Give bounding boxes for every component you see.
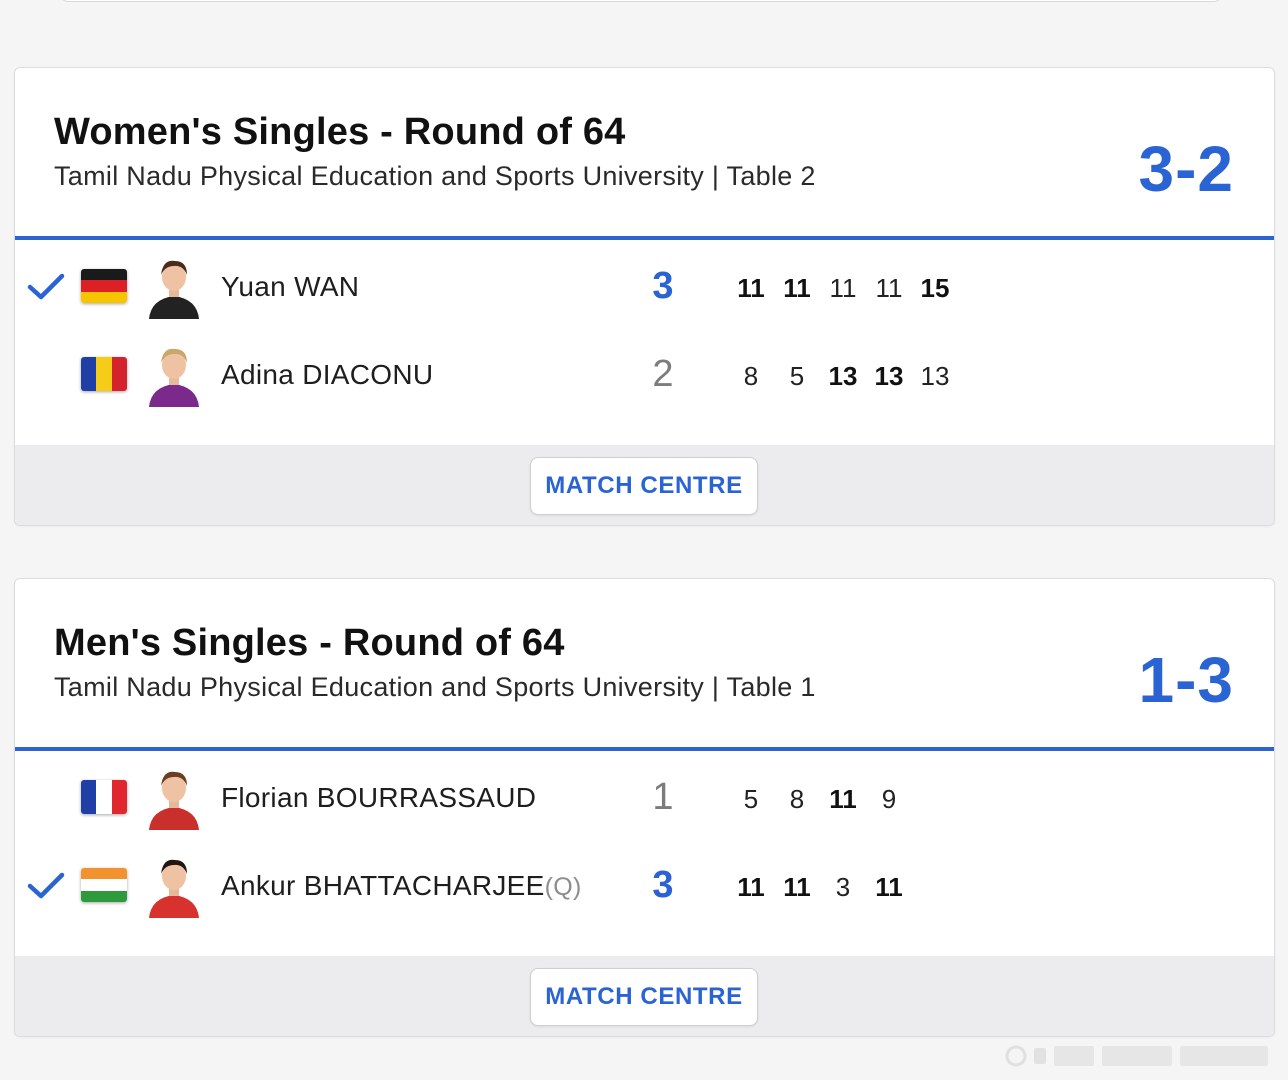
sets-won: 2 <box>652 353 674 395</box>
player-list: Yuan WAN 3 11 11 11 11 15 Adina DIACONU 2 8 5 13 13 1… <box>15 240 1274 445</box>
player-name[interactable]: Ankur BHATTACHARJEE(Q) <box>221 870 582 902</box>
game-score: 13 <box>874 361 904 391</box>
game-score: 5 <box>743 784 759 814</box>
country-flag-icon <box>81 357 127 391</box>
match-centre-button[interactable]: MATCH CENTRE <box>530 968 758 1026</box>
player-name-text: Florian BOURRASSAUD <box>221 782 537 813</box>
qualifier-badge: (Q) <box>544 873 582 901</box>
game-score: 11 <box>737 872 765 902</box>
game-score: 11 <box>783 872 811 902</box>
game-score: 15 <box>920 273 950 303</box>
player-row[interactable]: Florian BOURRASSAUD 1 5 8 11 9 <box>15 762 1274 832</box>
player-list: Florian BOURRASSAUD 1 5 8 11 9 Ankur BHATTACHA… <box>15 751 1274 956</box>
player-avatar <box>145 253 203 319</box>
event-title: Women's Singles - Round of 64 <box>54 111 626 153</box>
game-score: 11 <box>737 273 765 303</box>
country-flag-icon <box>81 780 127 814</box>
player-row[interactable]: Ankur BHATTACHARJEE(Q) 3 11 11 3 11 <box>15 850 1274 920</box>
game-score: 9 <box>881 784 897 814</box>
winner-check-icon <box>27 872 65 900</box>
venue-table: Tamil Nadu Physical Education and Sports… <box>54 161 816 191</box>
player-name-text: Yuan WAN <box>221 271 360 302</box>
previous-match-card-edge <box>60 0 1222 2</box>
player-name-text: Adina DIACONU <box>221 359 434 390</box>
match-score: 1-3 <box>1138 644 1234 716</box>
country-flag-icon <box>81 868 127 902</box>
match-footer: MATCH CENTRE <box>15 956 1274 1036</box>
player-name[interactable]: Florian BOURRASSAUD <box>221 782 536 814</box>
match-centre-button[interactable]: MATCH CENTRE <box>530 457 758 515</box>
player-avatar <box>145 764 203 830</box>
game-score: 13 <box>828 361 858 391</box>
sets-won: 1 <box>652 776 674 818</box>
game-score: 11 <box>783 273 811 303</box>
game-score: 8 <box>789 784 805 814</box>
sets-won: 3 <box>652 864 674 906</box>
match-card: Women's Singles - Round of 64 Tamil Nadu … <box>14 67 1275 526</box>
game-score: 5 <box>789 361 805 391</box>
player-row[interactable]: Yuan WAN 3 11 11 11 11 15 <box>15 251 1274 321</box>
winner-check-icon <box>27 273 65 301</box>
match-header: Men's Singles - Round of 64 Tamil Nadu Ph… <box>15 579 1274 751</box>
game-score: 11 <box>829 784 857 814</box>
match-header: Women's Singles - Round of 64 Tamil Nadu … <box>15 68 1274 240</box>
game-score: 11 <box>829 273 857 303</box>
watermark-icon <box>1004 1042 1274 1070</box>
player-name-text: Ankur BHATTACHARJEE <box>221 870 545 901</box>
sets-won: 3 <box>652 265 674 307</box>
event-title: Men's Singles - Round of 64 <box>54 622 565 664</box>
player-avatar <box>145 852 203 918</box>
match-score: 3-2 <box>1138 133 1234 205</box>
match-footer: MATCH CENTRE <box>15 445 1274 525</box>
game-score: 13 <box>920 361 950 391</box>
game-score: 11 <box>875 872 903 902</box>
player-name[interactable]: Yuan WAN <box>221 271 359 303</box>
player-avatar <box>145 341 203 407</box>
match-card: Men's Singles - Round of 64 Tamil Nadu Ph… <box>14 578 1275 1037</box>
game-score: 11 <box>875 273 903 303</box>
game-score: 3 <box>835 872 851 902</box>
player-name[interactable]: Adina DIACONU <box>221 359 433 391</box>
game-score: 8 <box>743 361 759 391</box>
country-flag-icon <box>81 269 127 303</box>
player-row[interactable]: Adina DIACONU 2 8 5 13 13 13 <box>15 339 1274 409</box>
venue-table: Tamil Nadu Physical Education and Sports… <box>54 672 816 702</box>
